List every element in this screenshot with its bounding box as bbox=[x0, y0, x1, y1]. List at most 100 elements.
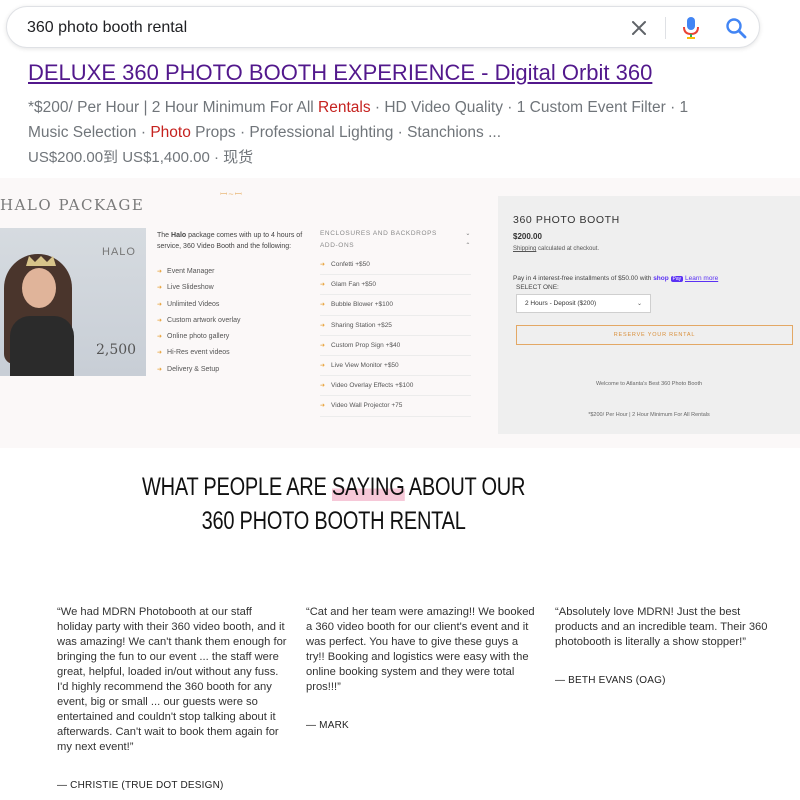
snippet-keyword: Photo bbox=[150, 124, 191, 141]
package-description: The Halo package comes with up to 4 hour… bbox=[157, 230, 305, 252]
package-heading: HALO PACKAGE bbox=[0, 196, 145, 214]
addon-item[interactable]: ➜ Video Wall Projector +75 bbox=[320, 396, 471, 417]
testimonial-quote: “Cat and her team were amazing!! We book… bbox=[306, 606, 535, 693]
shop-pay-badge: Pay bbox=[670, 276, 684, 282]
search-bar bbox=[6, 6, 760, 48]
shipping-note: Shipping calculated at checkout. bbox=[513, 246, 599, 252]
accordion-enclosures[interactable]: ENCLOSURES AND BACKDROPS ⌄ bbox=[320, 227, 471, 239]
crown-icon bbox=[26, 256, 56, 266]
photo-label: HALO bbox=[102, 246, 136, 258]
bullet-arrow-icon: ➜ bbox=[157, 285, 163, 292]
addons-panel: ENCLOSURES AND BACKDROPS ⌄ ADD-ONS ⌃ ➜ Conf… bbox=[320, 227, 471, 417]
chevron-up-icon: ⌃ bbox=[465, 242, 471, 249]
chevron-down-icon: ⌄ bbox=[636, 301, 642, 307]
addon-item[interactable]: ➜ Glam Fan +$50 bbox=[320, 275, 471, 296]
select-value: 2 Hours - Deposit ($200) bbox=[525, 300, 597, 307]
bullet-arrow-icon: ➜ bbox=[157, 350, 163, 357]
search-input[interactable] bbox=[27, 16, 587, 40]
bullet-arrow-icon: ➜ bbox=[320, 322, 326, 329]
testimonial-author: — CHRISTIE (TRUE DOT DESIGN) bbox=[57, 780, 224, 791]
addon-label: Custom Prop Sign +$40 bbox=[331, 341, 401, 349]
installments-text: Pay in 4 interest-free installments of $… bbox=[513, 275, 654, 282]
list-item: ➜ Online photo gallery bbox=[157, 333, 307, 349]
accordion-addons[interactable]: ADD-ONS ⌃ bbox=[320, 239, 471, 251]
accordion-label: ENCLOSURES AND BACKDROPS bbox=[320, 229, 437, 237]
bullet-arrow-icon: ➜ bbox=[320, 363, 326, 370]
list-item: ➜ Live Slideshow bbox=[157, 284, 307, 300]
feature-label: Online photo gallery bbox=[167, 333, 230, 341]
addon-list: ➜ Confetti +$50 ➜ Glam Fan +$50 ➜ Bubble Bl… bbox=[320, 255, 471, 417]
product-panel: 360 PHOTO BOOTH $200.00 Shipping calcula… bbox=[498, 196, 800, 434]
bullet-arrow-icon: ➜ bbox=[157, 317, 163, 324]
feature-label: Event Manager bbox=[167, 268, 215, 275]
bullet-arrow-icon: ➜ bbox=[320, 342, 326, 349]
addon-item[interactable]: ➜ Confetti +$50 bbox=[320, 255, 471, 276]
learn-more-link[interactable]: Learn more bbox=[685, 275, 718, 282]
addon-item[interactable]: ➜ Bubble Blower +$100 bbox=[320, 295, 471, 316]
pricing-note: *$200/ Per Hour | 2 Hour Minimum For All… bbox=[588, 412, 710, 418]
heading-line-2: 360 PHOTO BOOTH RENTAL bbox=[201, 507, 466, 535]
list-item: ➜ Hi-Res event videos bbox=[157, 349, 307, 365]
mic-icon[interactable] bbox=[681, 16, 701, 40]
addon-label: Video Overlay Effects +$100 bbox=[331, 382, 414, 390]
feature-label: Unlimited Videos bbox=[167, 300, 220, 308]
welcome-text: Welcome to Atlanta's Best 360 Photo Boot… bbox=[595, 381, 703, 387]
snippet-keyword: Rentals bbox=[318, 99, 371, 116]
bullet-arrow-icon: ➜ bbox=[320, 282, 326, 289]
feature-label: Live Slideshow bbox=[167, 284, 214, 292]
list-item: ➜ Unlimited Videos bbox=[157, 301, 307, 317]
snippet-text: Props · Professional Lighting · Stanchio… bbox=[190, 124, 502, 141]
feature-label: Custom artwork overlay bbox=[167, 316, 241, 324]
shipping-text: calculated at checkout. bbox=[536, 246, 600, 252]
clear-icon[interactable] bbox=[629, 18, 649, 38]
product-title: 360 PHOTO BOOTH bbox=[513, 214, 620, 226]
addon-item[interactable]: ➜ Video Overlay Effects +$100 bbox=[320, 376, 471, 397]
photo-dress bbox=[10, 316, 74, 376]
select-label: SELECT ONE: bbox=[516, 284, 559, 291]
heading-line-1: WHAT PEOPLE ARE SAYING ABOUT OUR bbox=[0, 470, 667, 504]
shipping-link[interactable]: Shipping bbox=[513, 246, 536, 252]
addon-label: Video Wall Projector +75 bbox=[331, 402, 403, 410]
addon-label: Bubble Blower +$100 bbox=[331, 301, 394, 309]
addon-item[interactable]: ➜ Custom Prop Sign +$40 bbox=[320, 336, 471, 356]
desc-text: The bbox=[157, 232, 172, 239]
addon-item[interactable]: ➜ Live View Monitor +$50 bbox=[320, 356, 471, 377]
search-icon[interactable] bbox=[725, 17, 747, 39]
product-price: $200.00 bbox=[513, 232, 542, 241]
list-item: ➜ Custom artwork overlay bbox=[157, 317, 307, 333]
heading-text: ABOUT OUR bbox=[404, 473, 526, 501]
snippet-text: *$200/ Per Hour | 2 Hour Minimum For All bbox=[28, 99, 319, 116]
testimonial-quote: “We had MDRN Photobooth at our staff hol… bbox=[57, 606, 287, 753]
bullet-arrow-icon: ➜ bbox=[157, 269, 163, 275]
list-item: ➜ Event Manager bbox=[157, 268, 307, 284]
search-divider bbox=[665, 17, 666, 39]
photo-count: 2,500 bbox=[96, 342, 137, 358]
addon-label: Confetti +$50 bbox=[331, 261, 370, 269]
feature-label: Delivery & Setup bbox=[167, 365, 220, 373]
testimonial-author: — BETH EVANS (OAG) bbox=[555, 675, 666, 686]
feature-list: ➜ Event Manager ➜ Live Slideshow ➜ Unlimite… bbox=[157, 268, 307, 382]
price-range: US$200.00到 US$1,400.00 · 现货 bbox=[28, 149, 254, 166]
bullet-arrow-icon: ➜ bbox=[320, 383, 326, 390]
heading-text: WHAT PEOPLE ARE bbox=[142, 473, 332, 501]
addon-label: Live View Monitor +$50 bbox=[331, 362, 399, 370]
photo-face bbox=[22, 268, 56, 308]
list-item: ➜ Delivery & Setup bbox=[157, 366, 307, 382]
feature-label: Hi-Res event videos bbox=[167, 349, 230, 357]
result-snippet: *$200/ Per Hour | 2 Hour Minimum For All… bbox=[28, 95, 728, 145]
shop-pay-logo: shop bbox=[653, 275, 669, 282]
package-select[interactable]: 2 Hours - Deposit ($200) ⌄ bbox=[516, 294, 651, 313]
testimonial-quote: “Absolutely love MDRN! Just the best pro… bbox=[555, 606, 768, 648]
installments-note: Pay in 4 interest-free installments of $… bbox=[513, 275, 718, 282]
result-title-link[interactable]: DELUXE 360 PHOTO BOOTH EXPERIENCE - Digi… bbox=[28, 60, 652, 86]
bullet-arrow-icon: ➜ bbox=[157, 301, 163, 308]
accordion-label: ADD-ONS bbox=[320, 241, 355, 249]
bullet-arrow-icon: ➜ bbox=[320, 262, 326, 269]
addon-label: Sharing Station +$25 bbox=[331, 321, 392, 329]
chevron-down-icon: ⌄ bbox=[465, 230, 471, 237]
reserve-button[interactable]: RESERVE YOUR RENTAL bbox=[516, 325, 793, 345]
swirl-ornament-icon: ꟷ~ꟷ bbox=[220, 189, 243, 199]
bullet-arrow-icon: ➜ bbox=[157, 366, 163, 373]
bullet-arrow-icon: ➜ bbox=[320, 302, 326, 309]
addon-item[interactable]: ➜ Sharing Station +$25 bbox=[320, 316, 471, 336]
